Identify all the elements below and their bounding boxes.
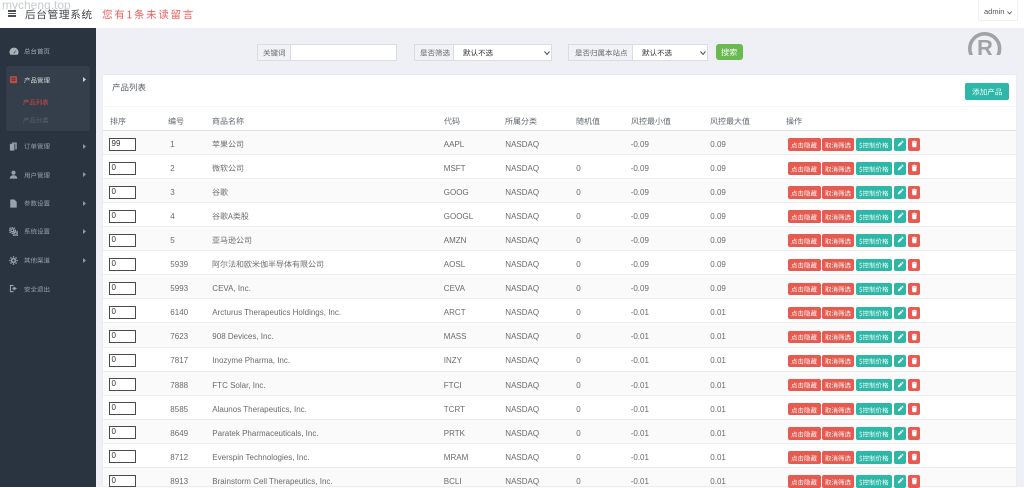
svg-text:R: R (977, 35, 993, 55)
